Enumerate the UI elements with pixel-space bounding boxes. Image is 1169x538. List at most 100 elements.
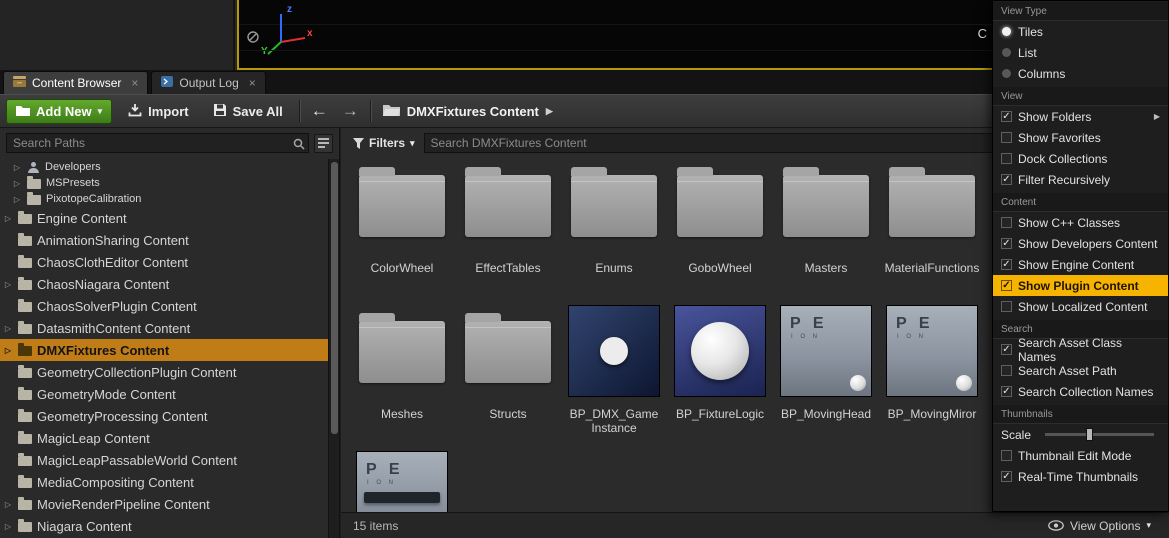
chevron-down-icon: ▾ [1146,520,1151,531]
filters-button[interactable]: Filters ▾ [353,136,415,150]
expander-icon[interactable]: ▷ [12,179,22,188]
menu-item-tiles[interactable]: Tiles [993,21,1168,42]
asset-tile-item[interactable]: P EI O N [349,451,455,512]
back-arrow-button[interactable]: ← [308,101,331,121]
asset-tile-bp-dmx-game-instance[interactable]: BP_DMX_Game Instance [561,305,667,451]
tree-item-dmxfixtures-content[interactable]: ▷DMXFixtures Content [0,339,328,361]
tree-item-magicleappassableworld-content[interactable]: MagicLeapPassableWorld Content [0,449,328,471]
expander-icon[interactable]: ▷ [3,346,13,355]
tree-item-pixotopecalibration[interactable]: ▷PixotopeCalibration [0,191,328,207]
menu-item-show-c-classes[interactable]: Show C++ Classes [993,212,1168,233]
breadcrumb-arrow-icon[interactable]: ▶ [546,106,553,117]
menu-item-scale[interactable]: Scale [993,424,1168,445]
menu-item-thumbnail-edit-mode[interactable]: Thumbnail Edit Mode [993,445,1168,466]
search-paths-input[interactable] [6,133,309,153]
tree-scrollbar[interactable] [328,159,339,538]
tree-item-geometrymode-content[interactable]: GeometryMode Content [0,383,328,405]
thumbnail [674,305,766,397]
path-view-settings-button[interactable] [314,134,333,153]
tree-item-niagara-content[interactable]: ▷Niagara Content [0,515,328,537]
tree-item-magicleap-content[interactable]: MagicLeap Content [0,427,328,449]
3d-viewport[interactable]: z x Y C [237,0,993,70]
expander-icon[interactable]: ▷ [3,500,13,509]
thumbnail-scale-slider[interactable] [1045,433,1154,436]
close-icon[interactable]: × [131,76,138,90]
menu-item-show-plugin-content[interactable]: ✓Show Plugin Content [993,275,1168,296]
close-icon[interactable]: × [249,76,256,90]
tree-item-label: GeometryProcessing Content [37,409,208,424]
menu-item-search-asset-class-names[interactable]: ✓Search Asset Class Names [993,339,1168,360]
menu-item-dock-collections[interactable]: Dock Collections [993,148,1168,169]
folder-tile-gobowheel[interactable]: GoboWheel [667,159,773,305]
tree-item-movierenderpipeline-content[interactable]: ▷MovieRenderPipeline Content [0,493,328,515]
tree-item-mspresets[interactable]: ▷MSPresets [0,175,328,191]
tree-item-developers[interactable]: ▷Developers [0,159,328,175]
folder-tile-materialfunctions[interactable]: MaterialFunctions [879,159,985,305]
add-new-button[interactable]: Add New ▾ [6,99,112,124]
menu-item-label: Search Asset Class Names [1018,336,1160,364]
scrollbar-thumb[interactable] [331,162,338,434]
menu-item-show-engine-content[interactable]: ✓Show Engine Content [993,254,1168,275]
folder-icon [27,179,41,189]
asset-label: Masters [805,261,848,275]
menu-item-search-collection-names[interactable]: ✓Search Collection Names [993,381,1168,402]
menu-item-label: Real-Time Thumbnails [1018,470,1138,484]
expander-icon[interactable]: ▷ [12,163,22,172]
folder-tile-meshes[interactable]: Meshes [349,305,455,451]
folder-tile-structs[interactable]: Structs [455,305,561,451]
folder-tile-masters[interactable]: Masters [773,159,879,305]
tree-item-chaosclotheditor-content[interactable]: ChaosClothEditor Content [0,251,328,273]
asset-tile-bp-fixturelogic[interactable]: BP_FixtureLogic [667,305,773,451]
save-all-button[interactable]: Save All [205,99,291,124]
menu-item-show-developers-content[interactable]: ✓Show Developers Content [993,233,1168,254]
asset-tile-bp-movinghead[interactable]: P EI O NBP_MovingHead [773,305,879,451]
menu-item-show-favorites[interactable]: Show Favorites [993,127,1168,148]
menu-item-filter-recursively[interactable]: ✓Filter Recursively [993,169,1168,190]
expander-icon[interactable]: ▷ [3,324,13,333]
tree-item-mediacompositing-content[interactable]: MediaCompositing Content [0,471,328,493]
asset-label: EffectTables [475,261,540,275]
import-button[interactable]: Import [120,99,196,124]
expander-icon[interactable]: ▷ [3,280,13,289]
tree-item-geometrycollectionplugin-content[interactable]: GeometryCollectionPlugin Content [0,361,328,383]
view-options-button[interactable]: View Options ▾ [1048,519,1151,533]
folder-icon [18,456,32,466]
tree-item-animationsharing-content[interactable]: AnimationSharing Content [0,229,328,251]
folder-tile-colorwheel[interactable]: ColorWheel [349,159,455,305]
asset-label: BP_DMX_Game Instance [562,407,666,436]
import-icon [128,103,142,120]
menu-section-title: View Type [993,2,1168,21]
tree-item-datasmithcontent-content[interactable]: ▷DatasmithContent Content [0,317,328,339]
menu-item-label: Show Folders [1018,110,1091,124]
asset-label: MaterialFunctions [885,261,980,275]
tree-item-label: Engine Content [37,211,127,226]
tree-item-chaossolverplugin-content[interactable]: ChaosSolverPlugin Content [0,295,328,317]
tab-output-log[interactable]: Output Log × [151,71,265,94]
menu-item-show-localized-content[interactable]: Show Localized Content [993,296,1168,317]
radio-icon [1002,27,1011,36]
menu-item-label: List [1018,46,1037,60]
forward-arrow-button[interactable]: → [339,101,362,121]
breadcrumb[interactable]: DMXFixtures Content ▶ [383,103,553,119]
folder-tile-enums[interactable]: Enums [561,159,667,305]
folder-tile-effecttables[interactable]: EffectTables [455,159,561,305]
expander-icon[interactable]: ▷ [3,522,13,531]
tree-item-geometryprocessing-content[interactable]: GeometryProcessing Content [0,405,328,427]
expander-icon[interactable]: ▷ [12,195,22,204]
menu-item-real-time-thumbnails[interactable]: ✓Real-Time Thumbnails [993,466,1168,487]
tree-item-chaosniagara-content[interactable]: ▷ChaosNiagara Content [0,273,328,295]
expander-icon[interactable]: ▷ [3,214,13,223]
menu-item-list[interactable]: List [993,42,1168,63]
folder-open-icon [383,103,400,119]
asset-thumbnail: P EI O N [780,305,872,397]
slider-thumb[interactable] [1086,428,1093,441]
asset-label: Meshes [381,407,423,421]
menu-item-columns[interactable]: Columns [993,63,1168,84]
tree-item-engine-content[interactable]: ▷ Engine Content [0,207,328,229]
asset-label: ColorWheel [371,261,434,275]
asset-tile-bp-movingmiror[interactable]: P EI O NBP_MovingMiror [879,305,985,451]
checkbox-icon: ✓ [1001,259,1012,270]
tab-content-browser[interactable]: Content Browser × [3,71,148,94]
menu-item-show-folders[interactable]: ✓Show Folders▶ [993,106,1168,127]
fixture-graphic [364,492,440,503]
